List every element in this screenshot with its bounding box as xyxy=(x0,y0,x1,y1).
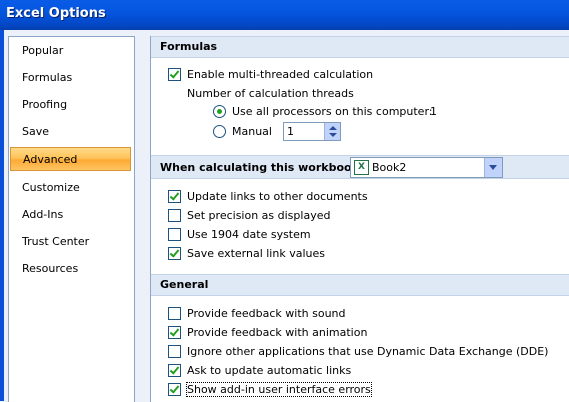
workbook-value: Book2 xyxy=(372,161,407,174)
sidebar-item-customize[interactable]: Customize xyxy=(10,176,131,200)
precision-checkbox[interactable] xyxy=(168,209,181,222)
chevron-down-icon[interactable] xyxy=(484,158,502,177)
sidebar-item-popular[interactable]: Popular xyxy=(10,39,131,63)
sidebar-item-proofing[interactable]: Proofing xyxy=(10,93,131,117)
sidebar-item-resources[interactable]: Resources xyxy=(10,257,131,281)
manual-label: Manual xyxy=(232,125,272,138)
section-general: General xyxy=(151,274,569,296)
update-automatic-links-checkbox[interactable] xyxy=(168,364,181,377)
sidebar-item-advanced[interactable]: Advanced xyxy=(10,147,131,171)
sidebar-item-label: Formulas xyxy=(22,71,73,84)
spin-up-icon[interactable] xyxy=(329,126,337,130)
sidebar-item-formulas[interactable]: Formulas xyxy=(10,66,131,90)
update-automatic-links-label: Ask to update automatic links xyxy=(187,364,352,377)
sidebar-item-label: Customize xyxy=(22,181,80,194)
ignore-dde-checkbox[interactable] xyxy=(168,345,181,358)
spin-down-icon[interactable] xyxy=(329,133,337,137)
feedback-animation-label: Provide feedback with animation xyxy=(187,326,368,339)
sidebar-item-label: Add-Ins xyxy=(22,208,64,221)
save-external-links-checkbox[interactable] xyxy=(168,247,181,260)
save-external-links-label: Save external link values xyxy=(187,247,325,260)
sidebar-item-label: Proofing xyxy=(22,98,68,111)
title-bar[interactable]: Excel Options xyxy=(0,0,569,30)
spinner-buttons[interactable] xyxy=(324,123,340,140)
feedback-sound-checkbox[interactable] xyxy=(168,307,181,320)
section-title: When calculating this workbook: xyxy=(160,161,364,174)
all-processors-radio[interactable] xyxy=(213,105,226,118)
sidebar-item-add-ins[interactable]: Add-Ins xyxy=(10,203,131,227)
threads-value: 1 xyxy=(287,125,294,138)
processor-count: 1 xyxy=(430,105,437,118)
ignore-dde-label: Ignore other applications that use Dynam… xyxy=(187,345,549,358)
multithread-checkbox[interactable] xyxy=(168,68,181,81)
multithread-label: Enable multi-threaded calculation xyxy=(187,68,374,81)
sidebar-item-label: Resources xyxy=(22,262,79,275)
sidebar-item-label: Save xyxy=(22,125,50,138)
threads-label: Number of calculation threads xyxy=(187,87,354,100)
update-links-label: Update links to other documents xyxy=(187,190,368,203)
window-title: Excel Options xyxy=(6,6,106,21)
sidebar: Popular Formulas Proofing Save Advanced … xyxy=(8,36,135,402)
sidebar-item-trust-center[interactable]: Trust Center xyxy=(10,230,131,254)
update-links-checkbox[interactable] xyxy=(168,190,181,203)
workbook-select[interactable]: X Book2 xyxy=(350,157,503,178)
sidebar-item-label: Advanced xyxy=(23,153,78,166)
sidebar-item-label: Trust Center xyxy=(22,235,90,248)
addin-errors-label: Show add-in user interface errors xyxy=(186,382,372,397)
section-title: Formulas xyxy=(160,40,218,53)
feedback-animation-checkbox[interactable] xyxy=(168,326,181,339)
section-title: General xyxy=(160,278,209,291)
date-1904-label: Use 1904 date system xyxy=(187,228,311,241)
feedback-sound-label: Provide feedback with sound xyxy=(187,307,346,320)
date-1904-checkbox[interactable] xyxy=(168,228,181,241)
threads-spinner[interactable]: 1 xyxy=(283,122,341,141)
options-panel: Formulas Enable multi-threaded calculati… xyxy=(150,36,569,402)
all-processors-label: Use all processors on this computer: xyxy=(232,105,433,118)
addin-errors-checkbox[interactable] xyxy=(168,383,181,396)
section-formulas: Formulas xyxy=(151,36,569,58)
sidebar-item-save[interactable]: Save xyxy=(10,120,131,144)
excel-icon: X xyxy=(354,160,369,175)
sidebar-item-label: Popular xyxy=(22,44,64,57)
precision-label: Set precision as displayed xyxy=(187,209,331,222)
manual-radio[interactable] xyxy=(213,125,226,138)
